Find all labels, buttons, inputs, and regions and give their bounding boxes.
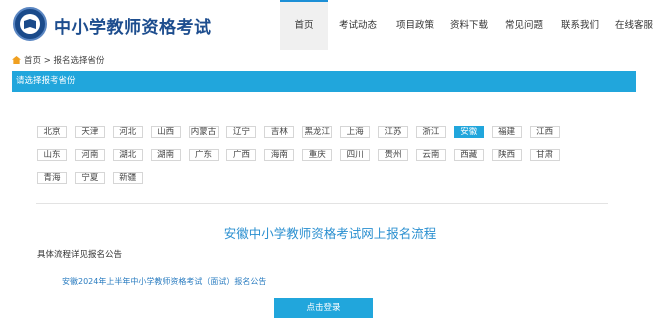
- nav-item-contact[interactable]: 联系我们: [552, 0, 608, 48]
- breadcrumb-current: 报名选择省份: [53, 56, 105, 66]
- province-button[interactable]: 广东: [188, 149, 219, 161]
- province-button[interactable]: 河南: [74, 149, 105, 161]
- site-title[interactable]: 中小学教师资格考试: [54, 13, 212, 38]
- province-button[interactable]: 山东: [37, 149, 67, 161]
- province-button[interactable]: 内蒙古: [188, 126, 219, 138]
- nav-item-faq[interactable]: 常见问题: [496, 0, 552, 48]
- province-button[interactable]: 贵州: [378, 149, 409, 161]
- section-divider: [36, 203, 608, 204]
- province-button[interactable]: 山西: [150, 126, 181, 138]
- province-row: 青海 宁夏 新疆: [37, 172, 151, 184]
- breadcrumb-separator: >: [43, 56, 51, 66]
- nav-item-online-service[interactable]: 在线客服: [608, 0, 660, 48]
- process-note: 具体流程详见报名公告: [37, 250, 123, 260]
- province-button[interactable]: 海南: [264, 149, 295, 161]
- province-button[interactable]: 新疆: [112, 172, 143, 184]
- breadcrumb: 首页 > 报名选择省份: [12, 54, 105, 66]
- province-row: 山东 河南 湖北 湖南 广东 广西 海南 重庆 四川 贵州 云南 西藏 陕西 甘肃: [37, 149, 567, 161]
- province-button[interactable]: 吉林: [264, 126, 295, 138]
- province-button[interactable]: 广西: [226, 149, 257, 161]
- province-button[interactable]: 安徽: [453, 126, 484, 138]
- announcement-link[interactable]: 安徽2024年上半年中小学教师资格考试（面试）报名公告: [62, 276, 266, 287]
- nav-item-downloads[interactable]: 资料下载: [442, 0, 496, 48]
- province-button[interactable]: 福建: [491, 126, 522, 138]
- nav-item-exam-news[interactable]: 考试动态: [328, 0, 388, 48]
- province-row: 北京 天津 河北 山西 内蒙古 辽宁 吉林 黑龙江 上海 江苏 浙江 安徽 福建 江西: [37, 126, 567, 138]
- home-icon: [12, 56, 21, 64]
- province-button[interactable]: 重庆: [302, 149, 333, 161]
- site-header: 中小学教师资格考试 首页 考试动态 项目政策 资料下载 常见问题 联系我们 在线…: [0, 0, 660, 50]
- province-button[interactable]: 浙江: [415, 126, 446, 138]
- main-nav: 首页 考试动态 项目政策 资料下载 常见问题 联系我们 在线客服: [280, 0, 660, 50]
- province-button[interactable]: 河北: [112, 126, 143, 138]
- province-button[interactable]: 黑龙江: [302, 126, 333, 138]
- province-section-title: 请选择报考省份: [12, 71, 636, 92]
- province-button[interactable]: 湖北: [112, 149, 143, 161]
- province-button[interactable]: 湖南: [150, 149, 181, 161]
- province-button[interactable]: 青海: [37, 172, 67, 184]
- login-button[interactable]: 点击登录: [274, 298, 373, 318]
- province-button[interactable]: 宁夏: [74, 172, 105, 184]
- province-button[interactable]: 云南: [415, 149, 446, 161]
- nav-item-policy[interactable]: 项目政策: [388, 0, 442, 48]
- province-button[interactable]: 江苏: [378, 126, 409, 138]
- breadcrumb-home-link[interactable]: 首页: [24, 56, 41, 66]
- province-button[interactable]: 江西: [529, 126, 560, 138]
- province-button[interactable]: 辽宁: [226, 126, 257, 138]
- province-button[interactable]: 天津: [74, 126, 105, 138]
- process-title: 安徽中小学教师资格考试网上报名流程: [223, 226, 437, 241]
- province-button[interactable]: 上海: [340, 126, 371, 138]
- province-button[interactable]: 甘肃: [529, 149, 560, 161]
- province-button[interactable]: 四川: [340, 149, 371, 161]
- province-button[interactable]: 陕西: [491, 149, 522, 161]
- province-button[interactable]: 北京: [37, 126, 67, 138]
- nav-item-home[interactable]: 首页: [280, 0, 328, 50]
- province-button[interactable]: 西藏: [453, 149, 484, 161]
- emblem-logo-icon[interactable]: [13, 7, 47, 41]
